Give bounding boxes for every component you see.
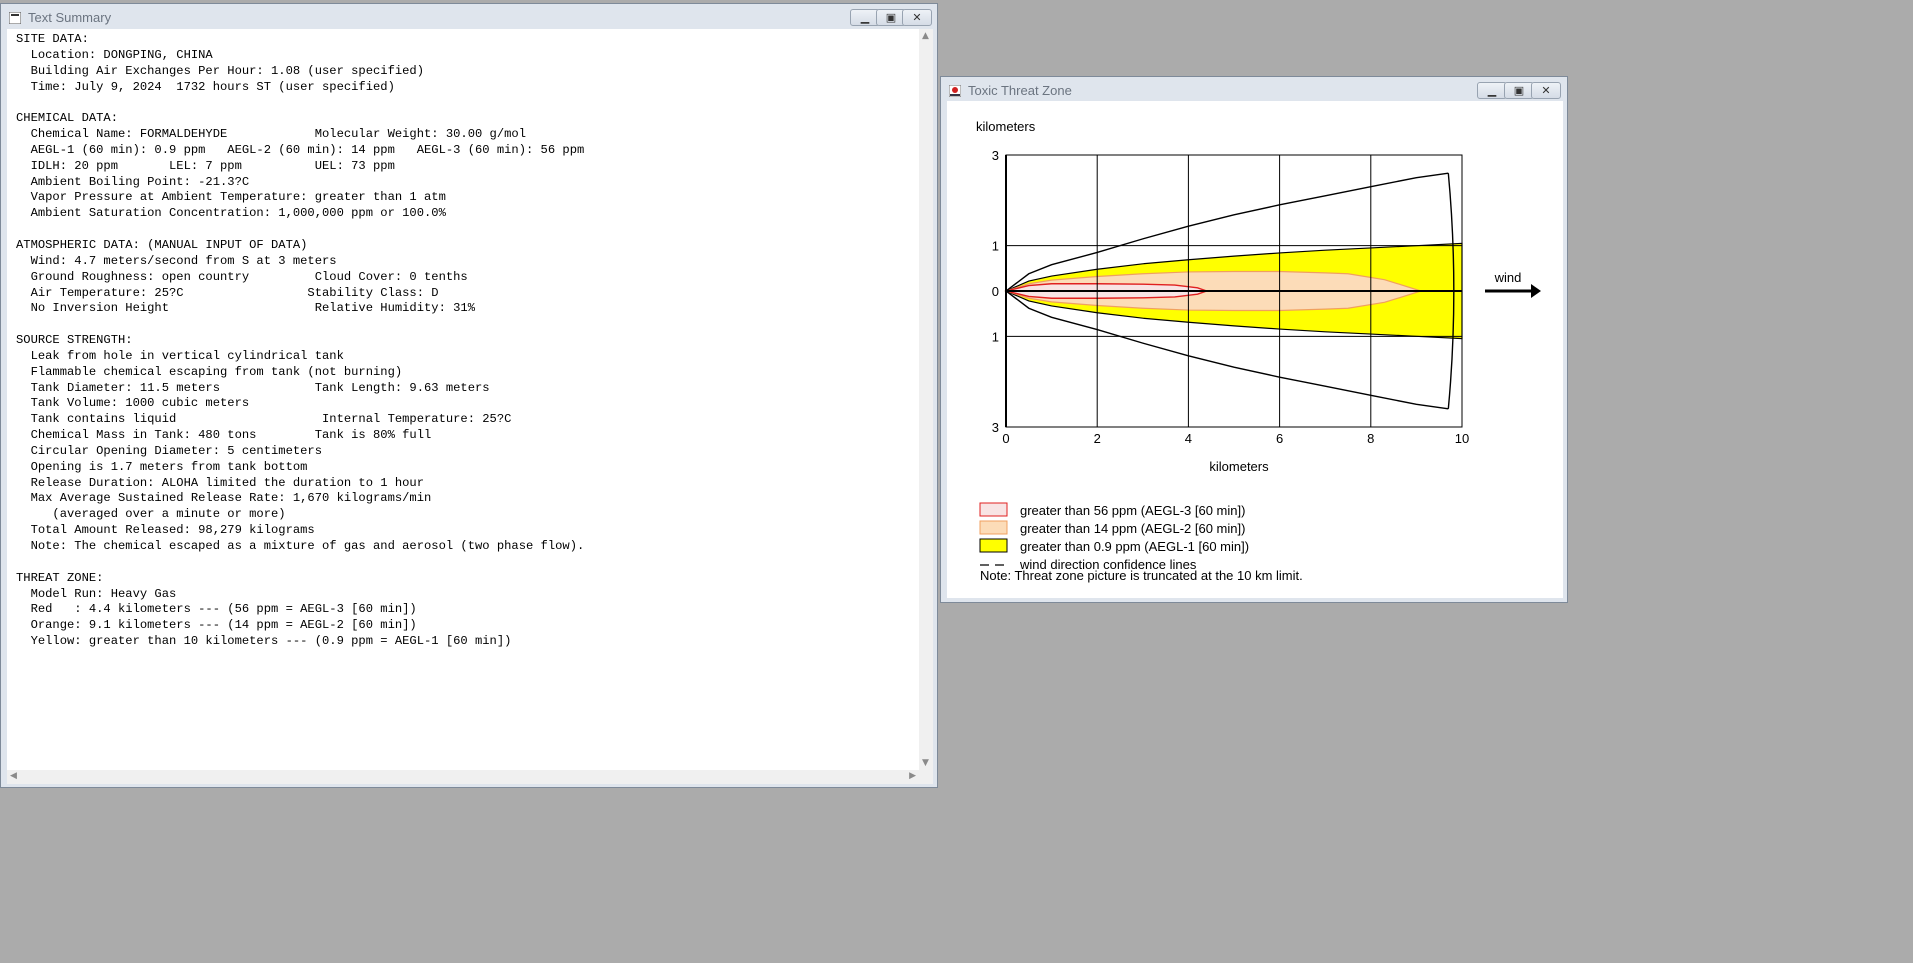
legend: greater than 56 ppm (AEGL-3 [60 min]) gre… [979,502,1249,572]
close-icon: ✕ [1541,84,1551,97]
summary-line: Wind: 4.7 meters/second from S at 3 mete… [30,253,337,268]
wind-label: wind [1494,270,1522,285]
x-tick-label: 10 [1455,431,1469,446]
y-tick-label: 0 [992,284,999,299]
summary-line: THREAT ZONE: [16,570,104,585]
aloha-app-icon [949,85,961,97]
summary-line: (averaged over a minute or more) [52,507,286,522]
summary-line: Chemical Name: FORMALDEHYDE Molecular We… [30,127,526,142]
summary-line: Ambient Boiling Point: -21.3?C [30,174,250,189]
summary-line: Leak from hole in vertical cylindrical t… [30,348,344,363]
summary-line: Max Average Sustained Release Rate: 1,67… [30,491,432,506]
summary-line: Time: July 9, 2024 1732 hours ST (user s… [30,79,395,94]
summary-line: No Inversion Height Relative Humidity: 3… [30,301,475,316]
minimize-icon: ▁ [860,11,870,24]
summary-line: Note: The chemical escaped as a mixture … [30,539,585,553]
x-tick-label: 0 [1002,431,1009,446]
y-tick-label: 3 [992,420,999,435]
summary-line: Air Temperature: 25?C Stability Class: D [30,285,439,300]
y-tick-label: 1 [992,329,999,344]
summary-line: CHEMICAL DATA: [16,111,118,126]
scroll-down-icon[interactable]: ▼ [922,758,929,768]
summary-line: Chemical Mass in Tank: 480 tons Tank is … [30,428,432,443]
legend-swatch [979,502,1008,517]
y-tick-label: 3 [992,148,999,163]
y-unit-label: kilometers [976,119,1036,134]
summary-client-area: SITE DATA: Location: DONGPING, CHINA Bui… [7,29,933,784]
summary-line: Yellow: greater than 10 kilometers --- (… [30,634,512,649]
size-grip[interactable] [919,770,933,784]
close-icon: ✕ [912,11,922,24]
summary-line: IDLH: 20 ppm LEL: 7 ppm UEL: 73 ppm [30,158,395,173]
close-button[interactable]: ✕ [1531,82,1561,99]
summary-line: Release Duration: ALOHA limited the dura… [30,475,424,490]
summary-line: Circular Opening Diameter: 5 centimeters [30,443,322,458]
scroll-right-icon[interactable]: ▶ [909,771,916,781]
summary-line: Location: DONGPING, CHINA [30,47,213,62]
restore-icon: ▣ [885,11,897,24]
x-tick-label: 6 [1276,431,1283,446]
summary-line: Model Run: Heavy Gas [30,586,177,601]
close-button[interactable]: ✕ [902,9,932,26]
threat-note: Note: Threat zone picture is truncated a… [980,568,1303,583]
summary-line: Ambient Saturation Concentration: 1,000,… [30,206,446,221]
summary-line: Total Amount Released: 98,279 kilograms [30,523,315,538]
scroll-up-icon[interactable]: ▲ [922,31,929,41]
horizontal-scrollbar[interactable]: ◀ ▶ [7,770,919,784]
minimize-button[interactable]: ▁ [1477,82,1507,99]
y-tick-label: 1 [992,239,999,254]
title-bar[interactable]: Text Summary ▁ ▣ ✕ [1,4,937,32]
window-title: Toxic Threat Zone [968,83,1072,98]
x-tick-label: 2 [1094,431,1101,446]
summary-line: SOURCE STRENGTH: [16,333,133,348]
x-axis-label: kilometers [1209,459,1269,474]
minimize-icon: ▁ [1487,84,1497,97]
wind-arrow-icon [1485,284,1541,298]
summary-line: ATMOSPHERIC DATA: (MANUAL INPUT OF DATA) [16,237,308,252]
summary-line: Flammable chemical escaping from tank (n… [30,364,403,379]
legend-label: greater than 56 ppm (AEGL-3 [60 min]) [1020,503,1245,518]
threat-zone-chart: kilometers 0 2 4 6 8 1031013 kilometers wind … [976,119,1541,583]
summary-line: Ground Roughness: open country Cloud Cov… [30,269,468,284]
summary-line: Tank Diameter: 11.5 meters Tank Length: … [30,380,490,395]
window-title: Text Summary [28,10,112,25]
scroll-left-icon[interactable]: ◀ [10,771,17,781]
x-tick-label: 8 [1367,431,1374,446]
summary-line: AEGL-1 (60 min): 0.9 ppm AEGL-2 (60 min)… [30,142,585,157]
maximize-button[interactable]: ▣ [1504,82,1534,99]
summary-line: Tank contains liquid Internal Temperatur… [30,412,512,427]
summary-line: Orange: 9.1 kilometers --- (14 ppm = AEG… [30,618,417,633]
summary-line: Red : 4.4 kilometers --- (56 ppm = AEGL-… [30,602,417,617]
app-icon [9,12,21,24]
summary-text[interactable]: SITE DATA: Location: DONGPING, CHINA Bui… [16,32,584,650]
legend-swatch [979,538,1008,553]
legend-swatch [979,520,1008,535]
restore-icon: ▣ [1513,84,1525,97]
threat-client-area: kilometers 0 2 4 6 8 10 3 1 0 1 3 kilometers wind … [947,101,1563,598]
summary-line: Building Air Exchanges Per Hour: 1.08 (u… [30,63,424,78]
threat-zone-window: Toxic Threat Zone ▁ ▣ ✕ kilometers 0 2 4 6 8… [940,76,1568,603]
summary-line: Opening is 1.7 meters from tank bottom [30,459,308,474]
summary-line: Vapor Pressure at Ambient Temperature: g… [30,190,446,205]
summary-line: SITE DATA: [16,32,89,46]
x-tick-label: 4 [1185,431,1192,446]
summary-line: Tank Volume: 1000 cubic meters [30,396,250,411]
legend-label: greater than 0.9 ppm (AEGL-1 [60 min]) [1020,539,1249,554]
text-summary-window: Text Summary ▁ ▣ ✕ SITE DATA: Location: … [0,3,938,788]
vertical-scrollbar[interactable]: ▲ ▼ [919,29,933,770]
legend-label: greater than 14 ppm (AEGL-2 [60 min]) [1020,521,1245,536]
